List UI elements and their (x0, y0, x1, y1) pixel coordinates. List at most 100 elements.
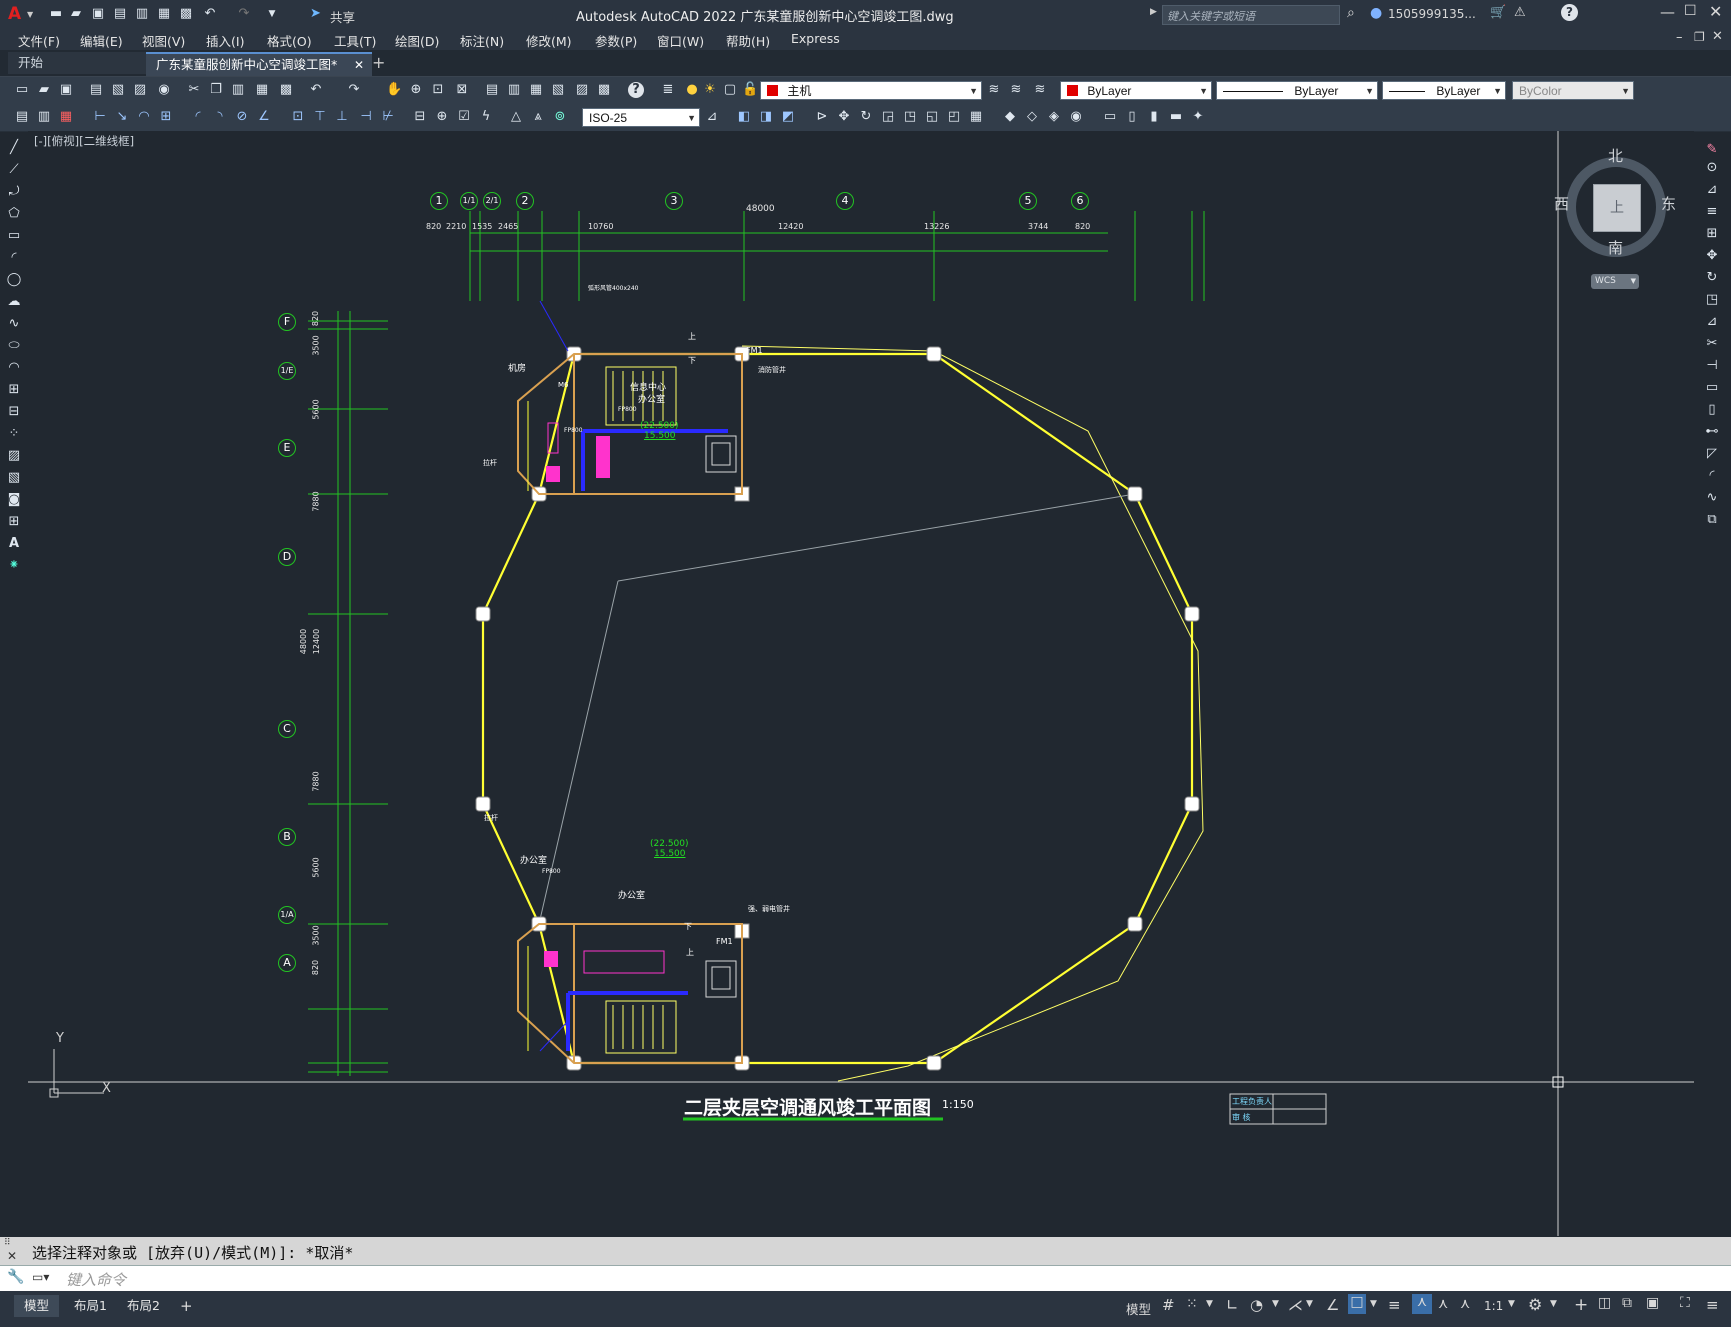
chevron-down-icon[interactable]: ▼ (1370, 1299, 1377, 1309)
dim-jogged-icon[interactable]: ◝ (212, 109, 228, 125)
menu-file[interactable]: 文件(F) (18, 31, 60, 50)
menu-insert[interactable]: 插入(I) (206, 31, 244, 50)
hardware-accel-icon[interactable]: ⧉ (1622, 1295, 1632, 1311)
minimize-icon[interactable]: — (1660, 3, 1675, 21)
tab-close-icon[interactable]: ✕ (354, 54, 364, 76)
line-icon[interactable]: ╱ (6, 140, 22, 156)
dim-text-edit-icon[interactable]: ⩓ (530, 109, 546, 125)
close-icon[interactable]: ✕ (1709, 2, 1722, 21)
ellipse-arc-icon[interactable]: ◠ (6, 360, 22, 376)
annotation-scale-icon[interactable]: ⋏ (1460, 1296, 1470, 1312)
dim-override-icon[interactable]: ▦ (58, 109, 74, 125)
mleader-remove-icon[interactable]: ◩ (780, 109, 796, 125)
pan-icon[interactable]: ✋ (386, 82, 402, 98)
layer-previous-icon[interactable]: ≋ (1008, 82, 1024, 98)
block-editor-icon[interactable]: ▩ (278, 82, 294, 98)
undo-icon-2[interactable]: ↶ (308, 82, 324, 98)
open-from-web-icon[interactable]: ▥ (134, 6, 150, 22)
dimstyle-manager-icon[interactable]: ⊿ (704, 109, 720, 125)
trim-icon[interactable]: ✂ (1704, 336, 1720, 352)
layer-on-icon[interactable]: ● (684, 82, 700, 98)
3d-print-icon[interactable]: ◉ (156, 82, 172, 98)
mirror-icon[interactable]: ⊿ (1704, 182, 1720, 198)
hatch-icon[interactable]: ▨ (6, 448, 22, 464)
dim-diameter-icon[interactable]: ⊘ (234, 109, 250, 125)
fullscreen-icon[interactable]: ⛶ (1680, 1295, 1690, 1311)
doc-close-icon[interactable]: ✕ (1712, 29, 1723, 44)
break-point-icon[interactable]: ▭ (1704, 380, 1720, 396)
undo-icon[interactable]: ↶ (202, 6, 218, 22)
tab-layout2[interactable]: 布局2 (117, 1295, 170, 1317)
open-icon[interactable]: ▰ (36, 82, 52, 98)
rotate-obj-icon[interactable]: ↻ (858, 109, 874, 125)
dim-radius-icon[interactable]: ◜ (190, 109, 206, 125)
print-icon[interactable]: ▤ (88, 82, 104, 98)
point-icon[interactable]: ⁘ (6, 426, 22, 442)
tab-layout1[interactable]: 布局1 (64, 1295, 117, 1317)
chevron-down-icon[interactable]: ▼ (1272, 1299, 1279, 1309)
stretch-icon[interactable]: ⊿ (1704, 314, 1720, 330)
chevron-down-icon[interactable]: ▼ (1206, 1299, 1213, 1309)
save-to-web-icon[interactable]: ▦ (156, 6, 172, 22)
command-input[interactable]: 键入命令 (66, 1269, 126, 1290)
menu-window[interactable]: 窗口(W) (657, 31, 704, 50)
array-obj-icon[interactable]: ▦ (968, 109, 984, 125)
linetype-dropdown[interactable]: ByLayer ▼ (1216, 81, 1378, 100)
autodesk-app-icon[interactable]: ⚠ (1514, 5, 1526, 20)
dim-ordinate-icon[interactable]: ⊞ (158, 109, 174, 125)
sheet-set-icon[interactable]: ▧ (550, 82, 566, 98)
break-obj-icon[interactable]: ◉ (1068, 109, 1084, 125)
layer-vp-icon[interactable]: ▢ (722, 82, 738, 98)
add-layout-icon[interactable]: + (180, 1297, 193, 1315)
user-name[interactable]: 1505999135... (1388, 7, 1476, 21)
spline-icon[interactable]: ∿ (6, 316, 22, 332)
offset-icon[interactable]: ≡ (1704, 204, 1720, 220)
chevron-down-icon[interactable]: ▼ (1306, 1299, 1313, 1309)
fillet-icon[interactable]: ◜ (1704, 468, 1720, 484)
stretch-obj-icon[interactable]: ◳ (902, 109, 918, 125)
color-dropdown[interactable]: ByLayer ▼ (1060, 81, 1212, 100)
autocad-logo[interactable]: A (8, 4, 21, 24)
center-mark-icon[interactable]: ⊕ (434, 109, 450, 125)
search-box[interactable]: 键入关键字或短语 (1162, 5, 1340, 25)
snap-icon[interactable]: ⁙ (1186, 1296, 1198, 1312)
cmd-close-icon[interactable]: ✕ (7, 1249, 17, 1263)
design-center-icon[interactable]: ▥ (506, 82, 522, 98)
markup-icon[interactable]: ▨ (574, 82, 590, 98)
save-as-icon[interactable]: ▤ (112, 6, 128, 22)
blend-obj-icon[interactable]: ▬ (1168, 109, 1184, 125)
inspect-icon[interactable]: ☑ (456, 109, 472, 125)
rectangle-icon[interactable]: ▭ (6, 228, 22, 244)
extend-obj-icon[interactable]: ◈ (1046, 109, 1062, 125)
isolate-objects-icon[interactable]: ◫ (1598, 1295, 1611, 1311)
match-properties-icon[interactable]: ▦ (254, 82, 270, 98)
dim-break-icon[interactable]: ⊬ (380, 109, 396, 125)
tolerance-icon[interactable]: ⊟ (412, 109, 428, 125)
table-icon[interactable]: ⊞ (6, 514, 22, 530)
layer-lock-icon[interactable]: 🔓 (742, 82, 758, 98)
menu-modify[interactable]: 修改(M) (526, 31, 572, 50)
offset-obj-icon[interactable]: ◰ (946, 109, 962, 125)
chamfer-icon[interactable]: ◸ (1704, 446, 1720, 462)
layer-state-icon[interactable]: ≋ (1032, 82, 1048, 98)
layer-dropdown[interactable]: 主机 ▼ (760, 81, 982, 100)
cart-icon[interactable]: 🛒 (1490, 5, 1506, 20)
recent-commands-icon[interactable]: ▭▾ (32, 1270, 49, 1284)
customize-status-icon[interactable]: ≡ (1706, 1296, 1719, 1314)
dim-continue-icon[interactable]: ⊥ (334, 109, 350, 125)
chevron-down-icon[interactable]: ▼ (1508, 1299, 1515, 1309)
mtext-icon[interactable]: A (6, 536, 22, 552)
dim-edit-icon[interactable]: △ (508, 109, 524, 125)
mleader-add-icon[interactable]: ◨ (758, 109, 774, 125)
menu-dimension[interactable]: 标注(N) (460, 31, 504, 50)
viewcube-west[interactable]: 西 (1554, 193, 1569, 214)
isodraft-icon[interactable]: ⋌ (1288, 1296, 1303, 1314)
layer-freeze-icon[interactable]: ☀ (702, 82, 718, 98)
make-current-layer-icon[interactable]: ≋ (986, 82, 1002, 98)
plot-icon[interactable]: ▩ (178, 6, 194, 22)
app-menu-chevron-icon[interactable]: ▼ (27, 10, 33, 19)
jogged-linear-icon[interactable]: ϟ (478, 109, 494, 125)
move-icon[interactable]: ✥ (1704, 248, 1720, 264)
grid-icon[interactable]: # (1162, 1296, 1175, 1314)
xline-icon[interactable]: ⟋ (6, 162, 22, 178)
